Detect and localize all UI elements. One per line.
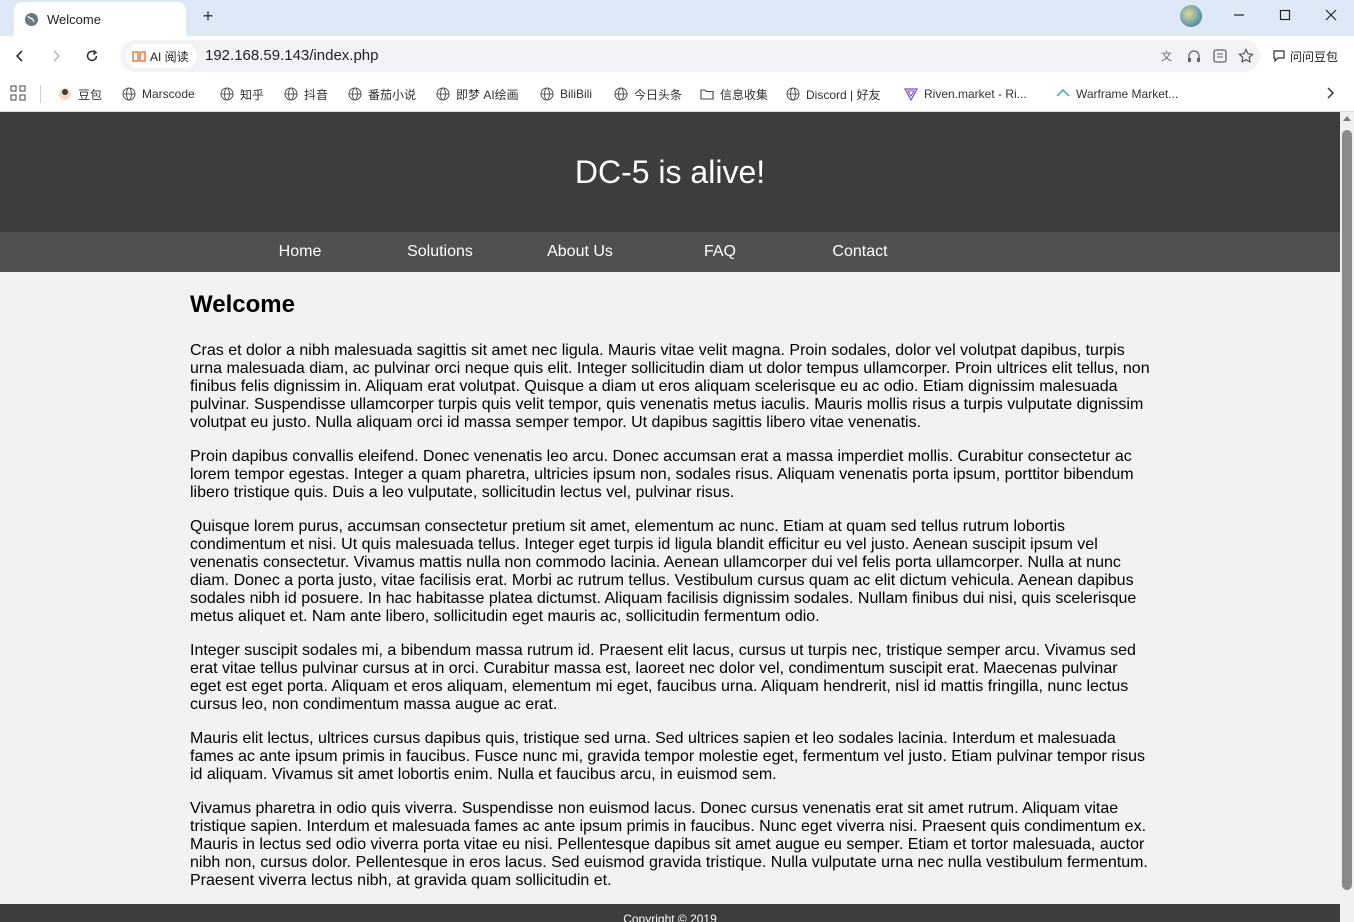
- bookmark-label: 今日头条: [634, 87, 683, 102]
- nav-faq[interactable]: FAQ: [650, 232, 790, 272]
- bookmark-discord[interactable]: Discord | 好友: [786, 84, 880, 104]
- main-content: Welcome Cras et dolor a nibh malesuada s…: [190, 290, 1150, 906]
- site-footer: Copyright © 2019: [0, 904, 1340, 922]
- apps-grid-icon[interactable]: [10, 85, 26, 101]
- globe-icon: [614, 87, 628, 101]
- paragraph: Cras et dolor a nibh malesuada sagittis …: [190, 342, 1150, 431]
- bookmark-label: 豆包: [78, 87, 103, 102]
- bookmark-marscode[interactable]: Marscode: [122, 84, 195, 104]
- scroll-up-arrow-icon[interactable]: [1343, 116, 1351, 121]
- globe-icon: [122, 87, 136, 101]
- globe-icon: [786, 87, 800, 101]
- riven-icon: [904, 88, 918, 101]
- maximize-button[interactable]: [1270, 4, 1300, 28]
- bookmark-warframe-market[interactable]: Warframe Market...: [1056, 84, 1178, 104]
- page-heading: Welcome: [190, 291, 295, 318]
- paragraph: Vivamus pharetra in odio quis viverra. S…: [190, 800, 1148, 889]
- url-text[interactable]: 192.168.59.143/index.php: [205, 47, 379, 64]
- nav-home[interactable]: Home: [230, 232, 370, 272]
- reader-mode-icon[interactable]: [1212, 48, 1228, 64]
- bookmark-label: 信息收集: [720, 87, 769, 102]
- address-bar[interactable]: AI 阅读 192.168.59.143/index.php 文: [120, 40, 1260, 72]
- reload-icon: [86, 49, 98, 62]
- bookmark-doubao[interactable]: 豆包: [58, 84, 102, 104]
- browser-toolbar: AI 阅读 192.168.59.143/index.php 文 问问豆包: [0, 36, 1354, 76]
- nav-solutions[interactable]: Solutions: [370, 232, 510, 272]
- bookmark-label: 知乎: [240, 87, 265, 102]
- ai-read-button[interactable]: AI 阅读: [126, 44, 197, 68]
- star-icon[interactable]: [1238, 48, 1254, 64]
- minimize-button[interactable]: [1224, 4, 1254, 28]
- page-viewport: DC-5 is alive! Home Solutions About Us F…: [0, 112, 1340, 922]
- forward-button[interactable]: [44, 44, 68, 68]
- arrow-left-icon: [15, 50, 23, 62]
- bookmark-folder-info[interactable]: 信息收集: [700, 84, 768, 104]
- profile-avatar[interactable]: [1180, 5, 1202, 27]
- bookmark-label: Riven.market - Ri...: [924, 87, 1027, 101]
- ask-doubao-button[interactable]: 问问豆包: [1266, 44, 1344, 68]
- vertical-scrollbar[interactable]: [1340, 112, 1354, 922]
- globe-icon: [220, 87, 234, 101]
- footer-copyright: Copyright © 2019: [623, 912, 717, 922]
- tab-title: Welcome: [47, 11, 101, 27]
- warframe-icon: [1056, 88, 1070, 97]
- chevron-right-icon[interactable]: [1322, 85, 1338, 101]
- chat-bubble-icon: [1273, 50, 1285, 63]
- svg-text:文: 文: [1161, 49, 1172, 63]
- bookmark-label: 即梦 AI绘画: [456, 87, 519, 102]
- paragraph: Quisque lorem purus, accumsan consectetu…: [190, 518, 1137, 625]
- tab-strip: Welcome +: [0, 0, 1354, 36]
- bookmark-riven-market[interactable]: Riven.market - Ri...: [904, 84, 1027, 104]
- nav-contact[interactable]: Contact: [790, 232, 930, 272]
- paragraph: Mauris elit lectus, ultrices cursus dapi…: [190, 730, 1146, 783]
- bookmark-douyin[interactable]: 抖音: [284, 84, 328, 104]
- bookmark-label: Marscode: [142, 87, 195, 101]
- globe-icon: [348, 87, 362, 101]
- bookmark-fanqie[interactable]: 番茄小说: [348, 84, 416, 104]
- globe-icon: [436, 87, 450, 101]
- nav-about-us[interactable]: About Us: [510, 232, 650, 272]
- close-icon: [1325, 9, 1337, 21]
- bookmark-bilibili[interactable]: BiliBili: [540, 84, 592, 104]
- doubao-icon: [59, 88, 71, 100]
- paragraph: Proin dapibus convallis eleifend. Donec …: [190, 448, 1134, 501]
- site-title: DC-5 is alive!: [574, 154, 766, 190]
- book-icon: [132, 51, 146, 62]
- bookmark-label: BiliBili: [560, 87, 593, 101]
- ask-doubao-label: 问问豆包: [1290, 49, 1339, 64]
- back-button[interactable]: [8, 44, 32, 68]
- folder-icon: [700, 89, 714, 100]
- minimize-icon: [1234, 14, 1244, 16]
- headphones-icon[interactable]: [1186, 48, 1202, 64]
- reload-button[interactable]: [80, 44, 104, 68]
- bookmark-label: Discord | 好友: [806, 87, 881, 102]
- bookmarks-bar: 豆包 Marscode 知乎 抖音 番茄小说 即梦 AI绘画 BiliBili …: [0, 76, 1354, 112]
- translate-icon[interactable]: 文: [1160, 48, 1176, 64]
- close-window-button[interactable]: [1316, 4, 1346, 28]
- bookmark-jimeng[interactable]: 即梦 AI绘画: [436, 84, 519, 104]
- paragraph: Integer suscipit sodales mi, a bibendum …: [190, 642, 1136, 713]
- bookmarks-divider: [40, 85, 41, 103]
- globe-icon: [24, 12, 39, 26]
- bookmark-toutiao[interactable]: 今日头条: [614, 84, 682, 104]
- new-tab-button[interactable]: +: [197, 5, 219, 27]
- ai-read-label: AI 阅读: [150, 49, 189, 64]
- tab-welcome[interactable]: Welcome: [14, 2, 186, 36]
- maximize-icon: [1279, 9, 1291, 21]
- bookmark-label: Warframe Market...: [1076, 87, 1179, 101]
- scrollbar-thumb[interactable]: [1342, 130, 1352, 890]
- bookmark-label: 抖音: [304, 87, 329, 102]
- bookmark-zhihu[interactable]: 知乎: [220, 84, 264, 104]
- globe-icon: [540, 87, 554, 101]
- arrow-right-icon: [53, 50, 61, 62]
- site-nav: Home Solutions About Us FAQ Contact: [0, 232, 1340, 272]
- site-header: DC-5 is alive!: [0, 112, 1340, 232]
- globe-icon: [284, 87, 298, 101]
- bookmark-label: 番茄小说: [368, 87, 417, 102]
